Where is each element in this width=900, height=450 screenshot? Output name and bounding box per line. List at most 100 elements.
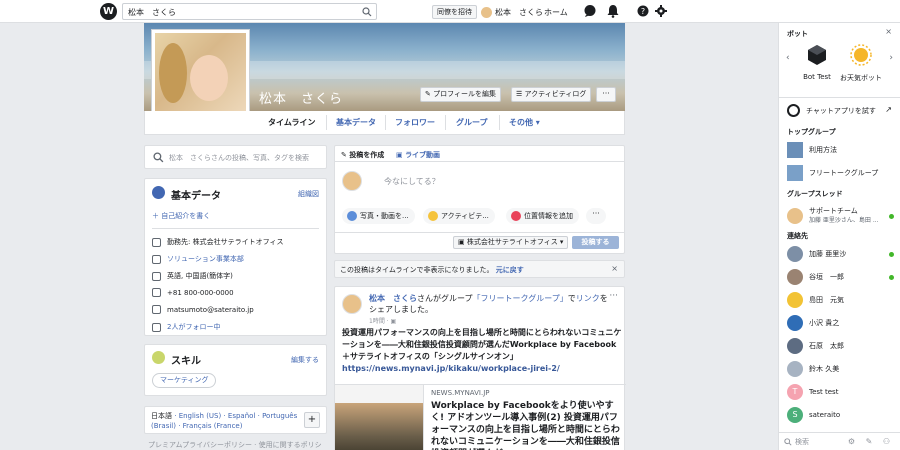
search-value: 松本 さくら bbox=[128, 8, 176, 17]
search-icon bbox=[153, 152, 164, 163]
chat-icon[interactable] bbox=[583, 4, 597, 18]
tab-groups[interactable]: グループ bbox=[456, 117, 488, 128]
skill-chip[interactable]: マーケティング bbox=[152, 373, 217, 388]
avatar[interactable] bbox=[342, 294, 362, 314]
profile-tabs: タイムライン 基本データ フォロワー グループ その他 ▾ bbox=[144, 111, 625, 135]
top-bar: W 松本 さくら 同僚を招待 松本 さくら ホーム ? bbox=[0, 0, 900, 23]
settings-gear-icon[interactable] bbox=[655, 5, 667, 17]
language-card: 日本語 · English (US) · Español · Português… bbox=[144, 406, 327, 434]
language-links: 日本語 · English (US) · Español · Português… bbox=[151, 412, 298, 430]
add-language-button[interactable]: + bbox=[304, 412, 320, 428]
help-icon[interactable]: ? bbox=[637, 5, 649, 17]
composer-input[interactable]: 今なにしてる？ bbox=[384, 176, 440, 187]
profile-link[interactable]: 松本 さくら bbox=[481, 5, 543, 19]
svg-text:?: ? bbox=[641, 7, 645, 16]
about-row-department[interactable]: ソリューション事業本部 bbox=[152, 254, 244, 264]
edit-profile-button[interactable]: ✎ プロフィールを編集 bbox=[420, 87, 501, 102]
chevron-left-icon[interactable]: ‹ bbox=[786, 53, 790, 63]
thread-item[interactable]: サポートチーム 加藤 亜里沙さん、島田 ... bbox=[787, 206, 894, 226]
link-preview[interactable]: NEWS.MYNAVI.JP Workplace by Facebookをより使… bbox=[335, 384, 626, 450]
bot-item[interactable]: お天気ボット bbox=[839, 43, 883, 83]
profile-more-button[interactable]: ··· bbox=[596, 87, 616, 102]
about-row-followers[interactable]: 2人がフォロー中 bbox=[152, 322, 220, 332]
photo-icon bbox=[347, 211, 357, 221]
chevron-right-icon[interactable]: › bbox=[889, 53, 893, 63]
top-groups-title: トップグループ bbox=[787, 128, 836, 136]
user-name: 松本 さくら bbox=[495, 7, 543, 17]
tab-followers[interactable]: フォロワー bbox=[395, 117, 435, 128]
footer-links[interactable]: プレミアムプライバシーポリシー · 使用に関するポリシ bbox=[148, 440, 322, 450]
about-row-email: matsumoto@sateraito.jp bbox=[152, 305, 254, 314]
cube-icon bbox=[808, 45, 826, 65]
group-threads-title: グループスレッド bbox=[787, 190, 843, 198]
tab-timeline[interactable]: タイムライン bbox=[268, 117, 315, 128]
post-menu-button[interactable]: ··· bbox=[609, 291, 618, 301]
about-row-work: 勤務先: 株式会社サテライトオフィス bbox=[152, 237, 283, 247]
location-option[interactable]: 位置情報を追加 bbox=[506, 208, 579, 224]
org-chart-link[interactable]: 組織図 bbox=[298, 189, 319, 199]
audience-selector[interactable]: ▣ 株式会社サテライトオフィス ▾ bbox=[453, 236, 569, 249]
emoji-icon bbox=[428, 211, 438, 221]
tab-create-post[interactable]: ✎ 投稿を作成 bbox=[341, 150, 384, 160]
right-sidebar: ボット × ‹ Bot Test お天気ボット › チャットアプリを試す ↗ ト… bbox=[778, 23, 900, 450]
write-intro-link[interactable]: ＋ 自己紹介を書く bbox=[152, 211, 210, 221]
tab-about[interactable]: 基本データ bbox=[336, 117, 376, 128]
contact-item[interactable]: 小沢 貴之 bbox=[787, 315, 894, 331]
photo-video-option[interactable]: 写真・動画を... bbox=[342, 208, 415, 224]
profile-name: 松本 さくら bbox=[259, 92, 344, 107]
close-icon[interactable]: × bbox=[885, 27, 892, 36]
activity-log-button[interactable]: ☰ アクティビティログ bbox=[511, 87, 592, 102]
chat-settings-icons[interactable]: ⚙ ✎ ⚇ bbox=[848, 437, 894, 446]
profile-search-placeholder: 松本 さくらさんの投稿、写真、タグを検索 bbox=[169, 154, 309, 162]
post-url-link[interactable]: https://news.mynavi.jp/kikaku/workplace-… bbox=[342, 364, 560, 373]
lang-link[interactable]: Español bbox=[228, 412, 255, 420]
notifications-bell-icon[interactable] bbox=[606, 4, 620, 18]
post-author-link[interactable]: 松本 さくら bbox=[369, 294, 417, 303]
group-item[interactable]: 利用方法 bbox=[787, 142, 894, 158]
contacts-search-input[interactable]: 検索 ⚙ ✎ ⚇ bbox=[779, 432, 900, 450]
org-icon bbox=[152, 254, 161, 264]
contact-item[interactable]: 鈴木 久美 bbox=[787, 361, 894, 377]
post-header: 松本 さくらさんがグループ「フリートークグループ」でリンクをシェアしました。 bbox=[369, 294, 608, 314]
location-pin-icon bbox=[511, 211, 521, 221]
skills-title: スキル bbox=[171, 356, 201, 367]
workplace-chat-icon bbox=[787, 104, 800, 117]
post-button[interactable]: 投稿する bbox=[572, 236, 619, 249]
group-item[interactable]: フリートークグループ bbox=[787, 165, 894, 181]
tab-more[interactable]: その他 ▾ bbox=[509, 117, 540, 128]
global-search-input[interactable]: 松本 さくら bbox=[122, 3, 377, 20]
about-row-languages: 英語, 中国語(簡体字) bbox=[152, 271, 233, 281]
phone-icon bbox=[152, 288, 161, 297]
contact-item[interactable]: 石原 太郎 bbox=[787, 338, 894, 354]
close-icon[interactable]: × bbox=[611, 264, 618, 273]
lang-link[interactable]: Français (France) bbox=[183, 422, 243, 430]
profile-search-input[interactable]: 松本 さくらさんの投稿、写真、タグを検索 bbox=[144, 145, 327, 169]
post-timestamp[interactable]: 1時間 · ▣ bbox=[369, 316, 396, 325]
invite-coworkers-button[interactable]: 同僚を招待 bbox=[432, 5, 477, 19]
post-link-word[interactable]: リンク bbox=[576, 294, 600, 303]
lang-link[interactable]: English (US) bbox=[179, 412, 222, 420]
home-link[interactable]: ホーム bbox=[544, 7, 568, 18]
search-icon[interactable] bbox=[362, 7, 372, 17]
tab-live-video[interactable]: ▣ ライブ動画 bbox=[396, 150, 440, 160]
undo-link[interactable]: 元に戻す bbox=[496, 266, 524, 274]
composer-more-button[interactable]: ··· bbox=[586, 208, 606, 224]
workplace-logo-icon[interactable]: W bbox=[100, 3, 117, 20]
search-icon bbox=[784, 438, 792, 446]
external-arrow-icon[interactable]: ↗ bbox=[885, 105, 892, 114]
post-group-link[interactable]: 「フリートークグループ」 bbox=[473, 294, 568, 303]
contact-item[interactable]: 加藤 亜里沙 bbox=[787, 246, 894, 262]
sun-icon bbox=[850, 44, 872, 66]
about-row-phone: +81 800-000-0000 bbox=[152, 288, 234, 297]
contact-item[interactable]: 谷垣 一郎 bbox=[787, 269, 894, 285]
contact-item[interactable]: 島田 元気 bbox=[787, 292, 894, 308]
edit-skills-link[interactable]: 編集する bbox=[291, 355, 319, 365]
activity-option[interactable]: アクティビテ... bbox=[423, 208, 495, 224]
lang-current: 日本語 bbox=[151, 412, 172, 420]
bots-title: ボット bbox=[787, 30, 808, 38]
try-chat-apps-link[interactable]: チャットアプリを試す bbox=[787, 104, 876, 117]
post-body: 投資運用パフォーマンスの向上を目指し場所と時間にとらわれないコミュニケーションを… bbox=[342, 328, 622, 361]
bot-item[interactable]: Bot Test bbox=[795, 43, 839, 81]
contact-item[interactable]: T Test test bbox=[787, 384, 894, 400]
contact-item[interactable]: Ssateraito bbox=[787, 407, 894, 423]
